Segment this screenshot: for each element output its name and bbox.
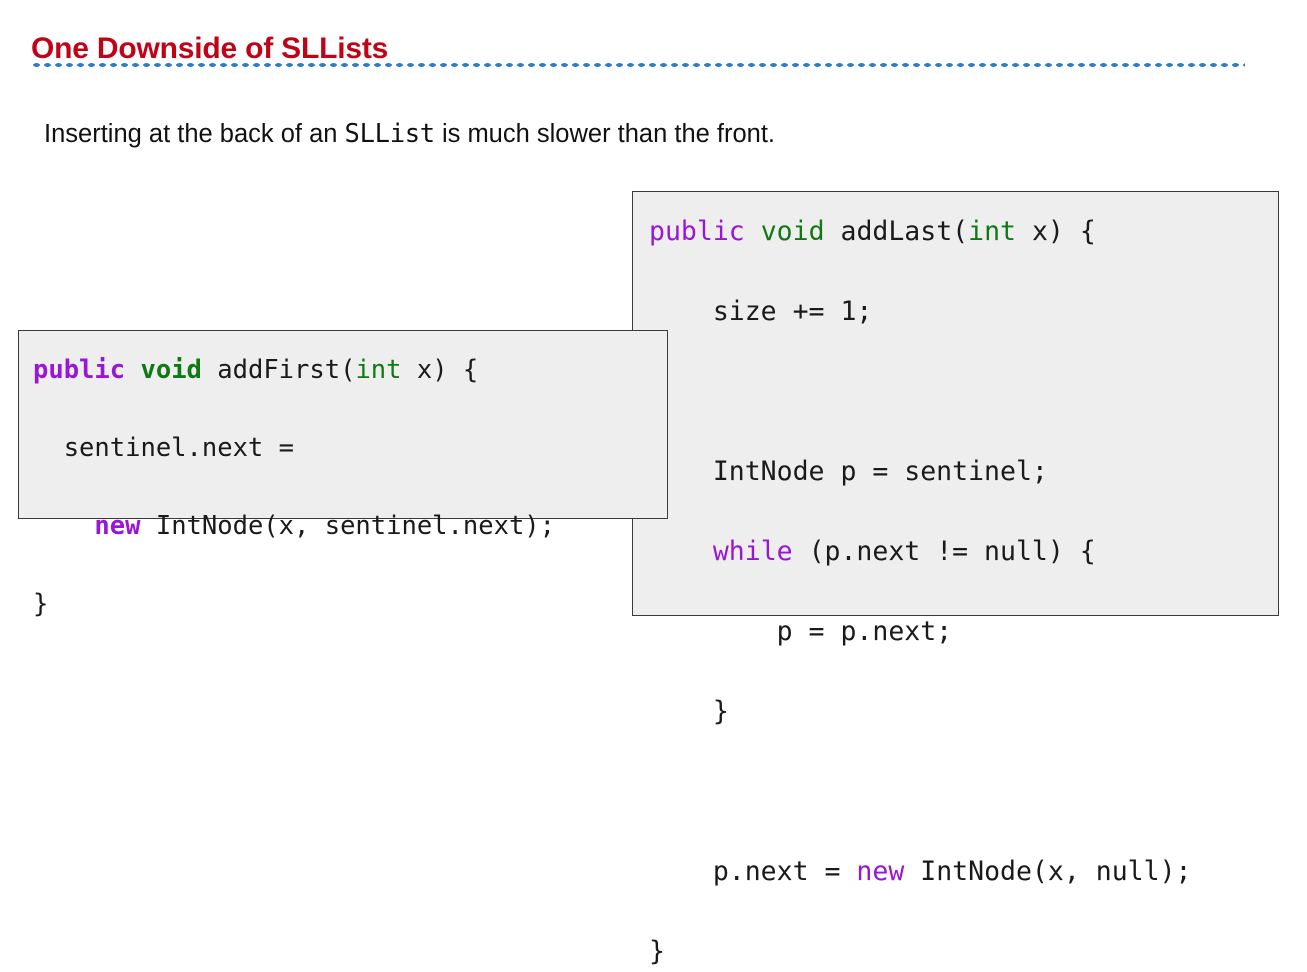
- code-text: }: [649, 695, 729, 727]
- code-line: p = p.next;: [649, 612, 1278, 652]
- code-text: x) {: [1016, 215, 1096, 247]
- code-text: p.next =: [649, 855, 857, 887]
- code-keyword: void: [140, 354, 202, 385]
- code-text: (p.next != null) {: [792, 535, 1096, 567]
- subtitle-part-2: is much slower than the front.: [434, 119, 776, 148]
- code-line: public void addLast(int x) {: [649, 212, 1278, 252]
- code-line: public void addFirst(int x) {: [33, 351, 667, 390]
- subtitle-text: Inserting at the back of an SLList is mu…: [44, 119, 775, 150]
- title-divider: [31, 62, 1245, 68]
- code-text: }: [33, 588, 49, 619]
- code-line: new IntNode(x, sentinel.next);: [33, 507, 667, 546]
- code-keyword: void: [760, 215, 825, 247]
- code-keyword: new: [856, 855, 905, 887]
- code-block-addfirst: public void addFirst(int x) { sentinel.n…: [18, 329, 668, 619]
- page-title: One Downside of SLLists: [31, 32, 389, 66]
- code-text: size += 1;: [649, 295, 873, 327]
- code-line: sentinel.next =: [33, 429, 667, 468]
- code-keyword: public: [33, 354, 126, 385]
- subtitle-part-1: Inserting at the back of an: [44, 119, 345, 148]
- code-keyword: int: [355, 354, 402, 385]
- code-line: p.next = new IntNode(x, null);: [649, 852, 1278, 892]
- code-line: }: [33, 585, 667, 624]
- code-text: IntNode p = sentinel;: [649, 455, 1048, 487]
- code-line: IntNode p = sentinel;: [649, 452, 1278, 492]
- code-keyword: public: [649, 215, 745, 247]
- code-keyword: while: [712, 535, 793, 567]
- subtitle-code-term: SLList: [344, 118, 436, 149]
- code-text: IntNode(x, sentinel.next);: [140, 510, 555, 541]
- code-keyword: int: [968, 215, 1016, 247]
- code-line: }: [649, 932, 1278, 972]
- code-line: }: [649, 692, 1278, 732]
- code-block-addlast: public void addLast(int x) { size += 1; …: [632, 190, 1279, 967]
- code-line: size += 1;: [649, 292, 1278, 332]
- code-text: addFirst(: [201, 354, 356, 385]
- code-text: x) {: [401, 354, 479, 385]
- code-keyword: new: [94, 510, 141, 541]
- code-text: IntNode(x, null);: [904, 855, 1192, 887]
- code-text: addLast(: [824, 215, 969, 247]
- code-text: sentinel.next =: [33, 432, 294, 463]
- code-text: p = p.next;: [649, 615, 953, 647]
- code-line: while (p.next != null) {: [649, 532, 1278, 572]
- code-text: }: [649, 935, 665, 967]
